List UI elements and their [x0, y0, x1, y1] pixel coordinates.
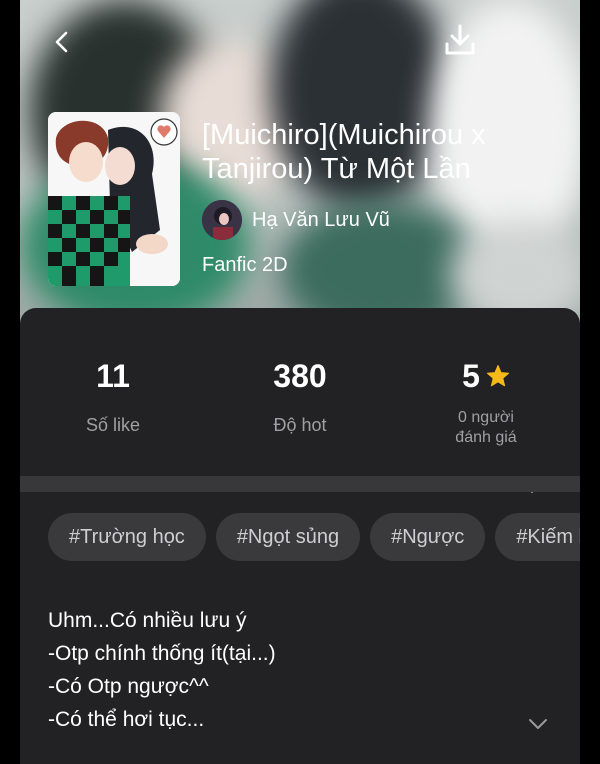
author-name[interactable]: Hạ Văn Lưu Vũ — [252, 209, 390, 232]
tag-chip[interactable]: #Ngọt sủng — [215, 513, 361, 561]
stat-likes: 11 Số like — [20, 356, 206, 436]
rating-label-line2: đánh giá — [455, 429, 517, 446]
chevron-left-icon — [55, 31, 68, 53]
description-line: -Otp chính thống ít(tại...) — [48, 642, 276, 665]
download-button[interactable] — [438, 18, 482, 62]
description-line: -Có thể hơi tục... — [48, 708, 205, 731]
likes-count: 11 — [96, 358, 130, 394]
tag-list: #Trường học#Ngọt sủng#Ngược#Kiếm hiệp — [48, 513, 580, 561]
author-row[interactable]: Hạ Văn Lưu Vũ — [202, 200, 390, 240]
story-title-line2: Tanjirou) Từ Một Lần — [202, 153, 471, 185]
likes-label: Số like — [85, 415, 141, 435]
story-genre[interactable]: Fanfic 2D — [202, 254, 288, 277]
story-cover-image[interactable] — [48, 112, 180, 286]
hot-count: 380 — [273, 358, 327, 394]
stat-rating[interactable]: 5 0 người đánh giá — [393, 356, 579, 448]
story-title-line1: [Muichiro](Muichirou x — [202, 119, 486, 151]
description-line: Uhm...Có nhiều lưu ý — [48, 609, 247, 632]
back-button[interactable] — [42, 22, 82, 62]
tag-chip[interactable]: #Ngược — [370, 513, 486, 561]
rating-value: 5 — [462, 358, 480, 394]
rating-label-line1: 0 người — [458, 409, 514, 426]
story-title: [Muichiro](Muichirou x Tanjirou) Từ Một … — [202, 118, 576, 188]
tag-chip[interactable]: #Kiếm hiệp — [495, 513, 580, 561]
story-description[interactable]: Uhm...Có nhiều lưu ý -Otp chính thống ít… — [48, 604, 528, 736]
story-detail-screen: [Muichiro](Muichirou x Tanjirou) Từ Một … — [20, 0, 580, 764]
author-avatar[interactable] — [202, 200, 242, 240]
stat-hot: 380 Độ hot — [207, 356, 393, 436]
stats-row: 11 Số like 380 Độ hot 5 0 người đánh giá — [20, 356, 580, 493]
tag-chip[interactable]: #Trường học — [48, 513, 206, 561]
description-line: -Có Otp ngược^^ — [48, 675, 209, 698]
star-icon — [486, 365, 509, 387]
chevron-down-icon[interactable] — [526, 716, 550, 732]
download-icon — [445, 24, 475, 55]
hot-label: Độ hot — [273, 415, 327, 435]
section-divider — [20, 476, 580, 492]
rating-label: 0 người đánh giá — [393, 408, 579, 448]
details-panel: 11 Số like 380 Độ hot 5 0 người đánh giá… — [20, 308, 580, 764]
